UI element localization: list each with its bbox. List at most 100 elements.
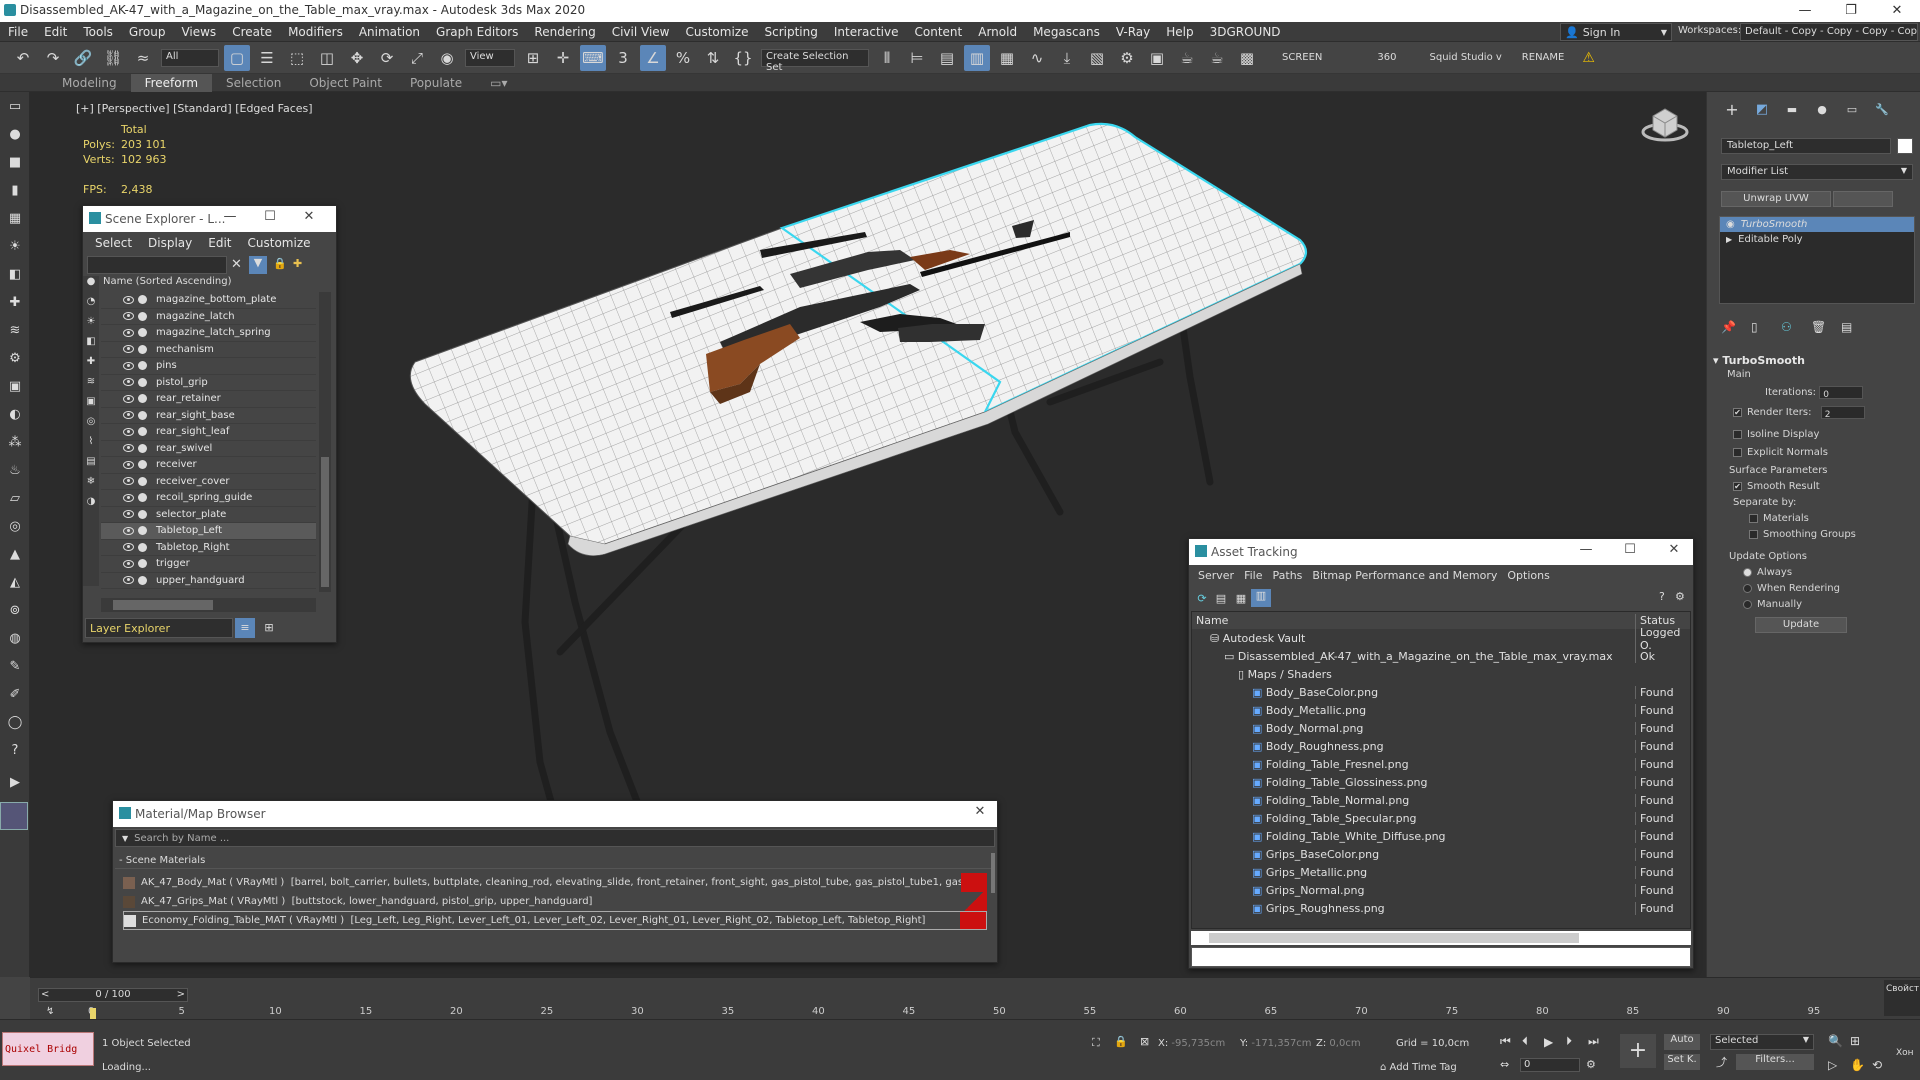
column-header-name[interactable]: Name	[1192, 614, 1635, 627]
eye-icon[interactable]	[123, 378, 134, 387]
list-item[interactable]: mechanism	[101, 342, 316, 358]
x-coordinate-field[interactable]: -95,735cm	[1171, 1038, 1233, 1049]
material-row[interactable]: AK_47_Grips_Mat ( VRayMtl ) [buttstock, …	[123, 892, 987, 911]
menu-rendering[interactable]: Rendering	[526, 22, 603, 42]
unwrap-uvw-button[interactable]: Unwrap UVW	[1721, 191, 1831, 207]
material-editor-icon[interactable]: ▧	[1084, 45, 1110, 71]
menu-customize[interactable]: Customize	[240, 233, 319, 253]
list-item[interactable]: magazine_latch	[101, 309, 316, 325]
render-icon[interactable]	[138, 344, 147, 354]
selection-lock-icon[interactable]: 🔒	[1114, 1035, 1128, 1048]
menu-display[interactable]: Display	[140, 233, 200, 253]
menu-modifiers[interactable]: Modifiers	[280, 22, 351, 42]
material-browser-titlebar[interactable]: Material/Map Browser ✕	[113, 801, 997, 827]
table-row[interactable]: ▣ Body_Normal.png Found	[1192, 720, 1690, 738]
geosphere-icon[interactable]: ◍	[0, 624, 30, 652]
select-by-name-icon[interactable]: ☰	[254, 45, 280, 71]
y-coordinate-field[interactable]: -171,357cm	[1251, 1038, 1313, 1049]
table-row[interactable]: ▣ Body_Metallic.png Found	[1192, 702, 1690, 720]
help-circle-icon[interactable]: ?	[0, 736, 30, 764]
eye-icon[interactable]	[123, 345, 134, 354]
tube-icon[interactable]: ⊚	[0, 596, 30, 624]
curve-editor-icon[interactable]: ∿	[1024, 45, 1050, 71]
menu-arnold[interactable]: Arnold	[970, 22, 1025, 42]
frozen-filter-icon[interactable]: ❄	[83, 476, 99, 496]
manually-radio[interactable]	[1743, 599, 1752, 609]
table-row[interactable]: ▣ Body_Roughness.png Found	[1192, 738, 1690, 756]
torus-icon[interactable]: ◎	[0, 512, 30, 540]
expand-arrow-icon[interactable]: ▶	[0, 768, 30, 796]
eye-icon[interactable]	[123, 444, 134, 453]
iterations-spinner[interactable]: 0	[1819, 385, 1864, 400]
list-item[interactable]: Tabletop_Right	[101, 540, 316, 556]
render-icon[interactable]	[138, 460, 147, 470]
list-item[interactable]: rear_sight_leaf	[101, 424, 316, 441]
filters-button[interactable]: Filters...	[1736, 1054, 1814, 1070]
next-frame-icon[interactable]: ⏵	[1566, 1034, 1588, 1049]
screen-button[interactable]: SCREEN	[1282, 52, 1322, 63]
field-of-view-icon[interactable]: ▷	[1828, 1058, 1837, 1072]
list-item[interactable]: upper_handguard	[101, 573, 316, 589]
menu-civil-view[interactable]: Civil View	[604, 22, 678, 42]
menu-3dground[interactable]: 3DGROUND	[1202, 22, 1289, 42]
light-filter-icon[interactable]: ☀	[83, 316, 99, 336]
render-icon[interactable]	[138, 493, 147, 503]
lock-icon[interactable]: 🔒	[273, 257, 287, 270]
isolate-icon[interactable]: ⛶	[1092, 1036, 1100, 1050]
layer-explorer-dropdown[interactable]: Layer Explorer	[85, 618, 233, 638]
current-frame-field[interactable]: 0	[1520, 1058, 1580, 1072]
render-activeshade-icon[interactable]: ☕	[1204, 45, 1230, 71]
previous-frame-icon[interactable]: ⏴	[1522, 1034, 1544, 1049]
render-icon[interactable]	[138, 410, 147, 420]
shape-filter-icon[interactable]: ◔	[83, 296, 99, 316]
help-icon[interactable]: ?	[1659, 590, 1665, 603]
maximize-icon[interactable]: ❐	[1828, 0, 1874, 22]
edit-named-selection-icon[interactable]: {}	[730, 45, 756, 71]
render-setup-icon[interactable]: ⚙	[1114, 45, 1140, 71]
particle-icon[interactable]: ⁂	[0, 428, 30, 456]
menu-bitmap-performance[interactable]: Bitmap Performance and Memory	[1307, 569, 1502, 582]
tab-selection[interactable]: Selection	[212, 74, 295, 92]
light-icon[interactable]: ☀	[0, 232, 30, 260]
paint-icon[interactable]: ✎	[0, 652, 30, 680]
render-icon[interactable]	[138, 559, 147, 569]
render-icon[interactable]	[138, 328, 147, 338]
plane-icon[interactable]: ▱	[0, 484, 30, 512]
menu-options[interactable]: Options	[1502, 569, 1554, 582]
add-layer-icon[interactable]: ✚	[293, 257, 302, 270]
smooth-result-checkbox[interactable]: ✔	[1733, 481, 1742, 491]
eye-icon[interactable]	[123, 460, 134, 469]
scene-explorer-icon[interactable]: ▦	[994, 45, 1020, 71]
menu-customize[interactable]: Customize	[677, 22, 756, 42]
mirror-icon[interactable]: ⫴	[874, 45, 900, 71]
vertical-scrollbar[interactable]	[991, 853, 995, 893]
list-item[interactable]: receiver_cover	[101, 474, 316, 490]
list-item[interactable]: receiver	[101, 457, 316, 474]
table-row[interactable]: ▣ Folding_Table_Glossiness.png Found	[1192, 774, 1690, 792]
hierarchy-tab-icon[interactable]: ▬	[1777, 103, 1807, 116]
play-icon[interactable]: ▶	[1544, 1035, 1566, 1049]
list-item-selected[interactable]: Tabletop_Left	[101, 523, 316, 540]
squid-studio-button[interactable]: Squid Studio v	[1430, 52, 1502, 63]
motion-tab-icon[interactable]: ●	[1807, 103, 1837, 116]
orbit-icon[interactable]: ⟲	[1872, 1058, 1882, 1072]
list-item[interactable]: rear_sight_base	[101, 408, 316, 424]
schematic-view-icon[interactable]: ⤓	[1054, 45, 1080, 71]
set-key-big-icon[interactable]: +	[1620, 1034, 1656, 1068]
tab-object-paint[interactable]: Object Paint	[295, 74, 396, 92]
go-to-end-icon[interactable]: ⏭	[1588, 1034, 1610, 1049]
list-item[interactable]: magazine_latch_spring	[101, 325, 316, 342]
menu-create[interactable]: Create	[224, 22, 280, 42]
materials-checkbox[interactable]	[1749, 513, 1758, 523]
align-icon[interactable]: ⊨	[904, 45, 930, 71]
maximize-icon[interactable]: ☐	[259, 209, 281, 229]
system-icon[interactable]: ⚙	[0, 344, 30, 372]
show-end-result-icon[interactable]: ▯	[1751, 320, 1781, 334]
tab-freeform[interactable]: Freeform	[130, 73, 213, 92]
smoothing-groups-checkbox[interactable]	[1749, 529, 1758, 539]
auto-key-button[interactable]: Auto	[1664, 1034, 1700, 1050]
table-row[interactable]: ▯ Maps / Shaders	[1192, 666, 1690, 684]
render-icon[interactable]	[138, 311, 147, 321]
asset-tracking-titlebar[interactable]: Asset Tracking — ☐ ✕	[1189, 539, 1693, 565]
render-production-icon[interactable]: ☕	[1174, 45, 1200, 71]
